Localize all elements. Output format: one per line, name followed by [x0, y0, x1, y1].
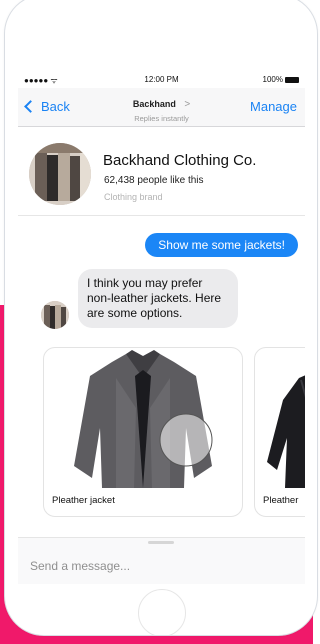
messenger-screen: ●●●●● ᯤ 12:00 PM 100% Back Backhand > Re…	[18, 72, 305, 584]
business-category: Clothing brand	[104, 192, 163, 202]
status-bar: ●●●●● ᯤ 12:00 PM 100%	[18, 72, 305, 88]
likes-count: 62,438 people like this	[104, 175, 204, 186]
product-title: Pleather jacket	[52, 495, 115, 506]
incoming-message: I think you may prefer non-leather jacke…	[78, 269, 238, 328]
message-input[interactable]	[30, 556, 270, 576]
nav-bar: Back Backhand > Replies instantly Manage	[18, 88, 305, 127]
gray-jacket-image	[74, 350, 213, 488]
battery-indicator: 100%	[263, 75, 299, 84]
product-card[interactable]: Pleather	[254, 347, 305, 517]
home-button[interactable]	[138, 589, 186, 635]
manage-button[interactable]: Manage	[250, 99, 297, 114]
page-name: Backhand	[132, 99, 176, 109]
sender-avatar	[41, 301, 69, 329]
message-composer	[18, 537, 305, 584]
reply-status: Replies instantly	[134, 114, 189, 123]
business-name: Backhand Clothing Co.	[103, 152, 257, 169]
outgoing-message: Show me some jackets!	[145, 233, 298, 257]
chevron-right-icon: >	[184, 99, 191, 110]
battery-icon	[285, 76, 299, 83]
drawer-handle[interactable]	[148, 541, 174, 544]
page-profile-header: Backhand Clothing Co. 62,438 people like…	[18, 127, 305, 216]
product-card[interactable]: Pleather jacket	[43, 347, 243, 517]
page-avatar[interactable]	[29, 143, 91, 205]
black-jacket-image	[267, 375, 305, 488]
product-title: Pleather	[263, 495, 299, 506]
